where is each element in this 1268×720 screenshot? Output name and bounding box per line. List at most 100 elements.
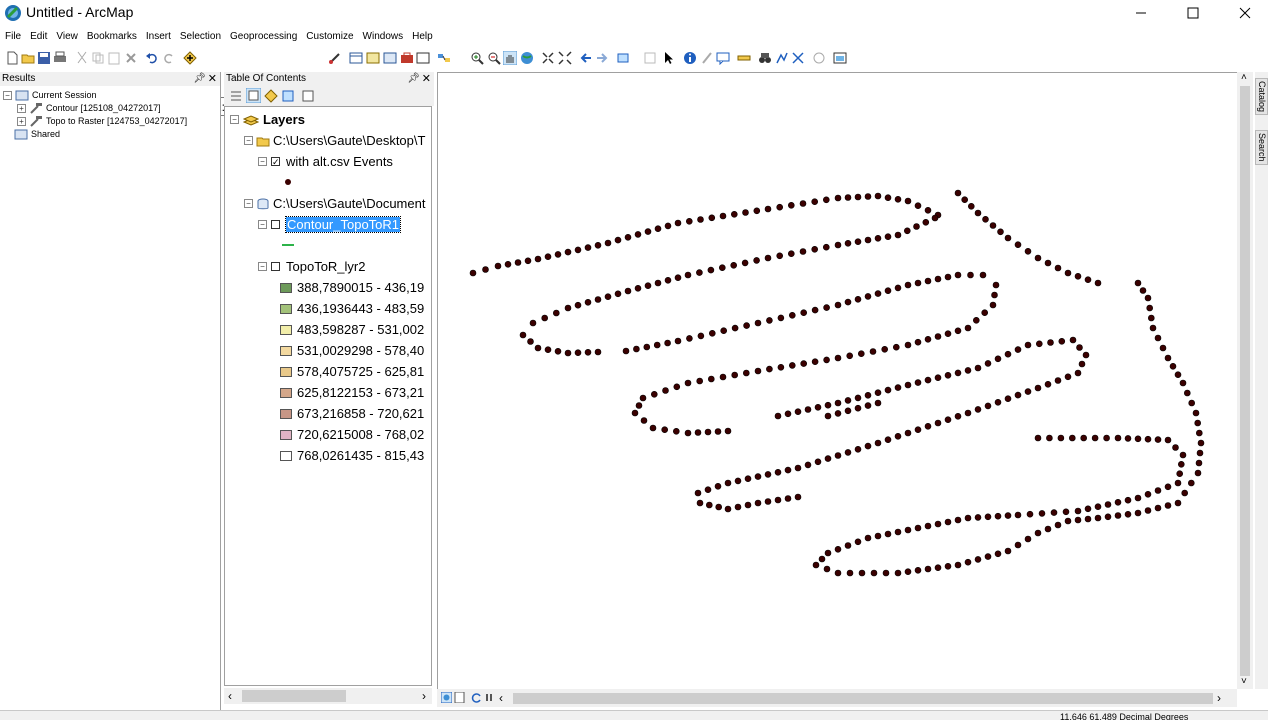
copy-icon[interactable] (91, 51, 105, 65)
cut-icon[interactable] (75, 51, 89, 65)
toc-horizontal-scrollbar[interactable]: ‹ › (224, 688, 432, 704)
tab-search[interactable]: Search (1255, 130, 1268, 165)
layer-visibility-checkbox[interactable] (271, 220, 280, 229)
zoom-in-icon[interactable] (470, 51, 484, 65)
map-display[interactable] (437, 72, 1237, 689)
python-window-icon[interactable] (416, 51, 430, 65)
map-horizontal-scroll-thumb[interactable] (513, 693, 1213, 704)
source-folder-desktop[interactable]: − C:\Users\Gaute\Desktop\T (244, 133, 425, 148)
layers-dataframe-node[interactable]: − Layers (230, 112, 305, 127)
collapse-icon[interactable]: − (244, 136, 253, 145)
shared-node[interactable]: Shared (14, 128, 60, 140)
collapse-icon[interactable]: − (258, 220, 267, 229)
scroll-up-arrow-icon[interactable]: ˄ (1241, 72, 1247, 83)
pan-hand-icon[interactable] (503, 51, 517, 65)
go-forward-arrow-icon[interactable] (595, 51, 609, 65)
list-by-drawing-order-icon[interactable] (229, 89, 243, 103)
find-route-icon[interactable] (775, 51, 789, 65)
select-elements-pointer-icon[interactable] (662, 51, 676, 65)
create-viewer-window-icon[interactable] (833, 51, 847, 65)
menu-selection[interactable]: Selection (175, 30, 225, 46)
maximize-button[interactable] (1170, 0, 1216, 26)
layer-contour[interactable]: − Contour_TopoToR1 (258, 216, 402, 233)
collapse-icon[interactable]: − (230, 115, 239, 124)
clear-selection-icon[interactable] (643, 51, 657, 65)
menu-customize[interactable]: Customize (301, 30, 357, 46)
close-pane-icon[interactable]: ✕ (208, 72, 217, 85)
fixed-zoom-in-icon[interactable] (541, 51, 555, 65)
menu-insert[interactable]: Insert (141, 30, 175, 46)
layer-visibility-checkbox[interactable] (271, 262, 280, 271)
undo-icon[interactable] (145, 51, 159, 65)
html-popup-icon[interactable] (716, 51, 730, 65)
measure-icon[interactable] (737, 51, 751, 65)
catalog-window-icon[interactable] (366, 51, 380, 65)
pin-icon[interactable]: 📌︎ (193, 73, 206, 84)
menu-edit[interactable]: Edit (25, 30, 51, 46)
data-view-icon[interactable] (441, 692, 452, 703)
zoom-out-icon[interactable] (487, 51, 501, 65)
result-item-contour[interactable]: + Contour [125108_04272017] (17, 102, 161, 114)
go-to-xy-icon[interactable] (791, 51, 805, 65)
layout-view-icon[interactable] (454, 692, 465, 703)
menu-windows[interactable]: Windows (358, 30, 408, 46)
close-pane-icon[interactable]: ✕ (422, 72, 431, 85)
scroll-left-arrow-icon[interactable]: ‹ (499, 691, 503, 705)
scroll-right-arrow-icon[interactable]: › (1217, 691, 1221, 705)
fixed-zoom-out-icon[interactable] (558, 51, 572, 65)
add-data-icon[interactable] (183, 51, 197, 65)
editor-toolbar-icon[interactable] (328, 51, 342, 65)
menu-file[interactable]: File (0, 30, 25, 46)
full-extent-globe-icon[interactable] (520, 51, 534, 65)
options-icon[interactable] (301, 89, 315, 103)
refresh-icon[interactable] (471, 692, 482, 703)
menu-view[interactable]: View (51, 30, 82, 46)
list-by-visibility-icon[interactable] (264, 89, 278, 103)
minimize-button[interactable] (1118, 0, 1164, 26)
expand-icon[interactable]: + (17, 116, 26, 126)
print-icon[interactable] (53, 51, 67, 65)
layer-with-alt-events[interactable]: − ✓ with alt.csv Events (258, 154, 393, 169)
find-binoculars-icon[interactable] (758, 51, 772, 65)
list-by-source-icon[interactable] (246, 88, 261, 103)
pin-icon[interactable]: 📌︎ (407, 73, 420, 84)
time-slider-icon[interactable] (812, 51, 826, 65)
search-window-icon[interactable] (383, 51, 397, 65)
open-folder-icon[interactable] (21, 51, 35, 65)
scroll-thumb[interactable] (1240, 86, 1250, 676)
scroll-thumb[interactable] (242, 690, 346, 702)
layer-topotor[interactable]: − TopoToR_lyr2 (258, 259, 366, 274)
identify-icon[interactable] (683, 51, 697, 65)
layer-visibility-checkbox[interactable]: ✓ (271, 157, 280, 167)
save-icon[interactable] (37, 51, 51, 65)
go-back-arrow-icon[interactable] (579, 51, 593, 65)
current-session-node[interactable]: − Current Session (3, 89, 97, 101)
scroll-right-arrow-icon[interactable]: › (422, 689, 426, 703)
paste-icon[interactable] (107, 51, 121, 65)
arctoolbox-icon[interactable] (400, 51, 414, 65)
map-vertical-scrollbar[interactable]: ˄ ˅ (1237, 72, 1253, 689)
redo-icon[interactable] (162, 51, 176, 65)
collapse-icon[interactable]: − (258, 262, 267, 271)
expand-icon[interactable]: + (17, 103, 26, 113)
map-canvas[interactable] (438, 73, 1238, 690)
collapse-icon[interactable]: − (258, 157, 267, 166)
menu-help[interactable]: Help (407, 30, 437, 46)
list-by-selection-icon[interactable] (281, 89, 295, 103)
new-document-icon[interactable] (5, 51, 19, 65)
scroll-down-arrow-icon[interactable]: ˅ (1241, 676, 1247, 687)
tab-catalog[interactable]: Catalog (1255, 78, 1268, 116)
menu-geoprocessing[interactable]: Geoprocessing (225, 30, 301, 46)
select-by-rectangle-icon[interactable] (617, 51, 631, 65)
scroll-left-arrow-icon[interactable]: ‹ (228, 689, 232, 703)
model-builder-icon[interactable] (437, 51, 451, 65)
collapse-icon[interactable]: − (3, 90, 12, 100)
hyperlink-icon[interactable] (700, 51, 714, 65)
result-item-topo-to-raster[interactable]: + Topo to Raster [124753_04272017] (17, 115, 187, 127)
pause-drawing-icon[interactable] (484, 692, 495, 703)
source-folder-documents[interactable]: − C:\Users\Gaute\Document (244, 196, 425, 211)
close-button[interactable] (1222, 0, 1268, 26)
collapse-icon[interactable]: − (244, 199, 253, 208)
delete-icon[interactable] (124, 51, 138, 65)
menu-bookmarks[interactable]: Bookmarks (82, 30, 141, 46)
